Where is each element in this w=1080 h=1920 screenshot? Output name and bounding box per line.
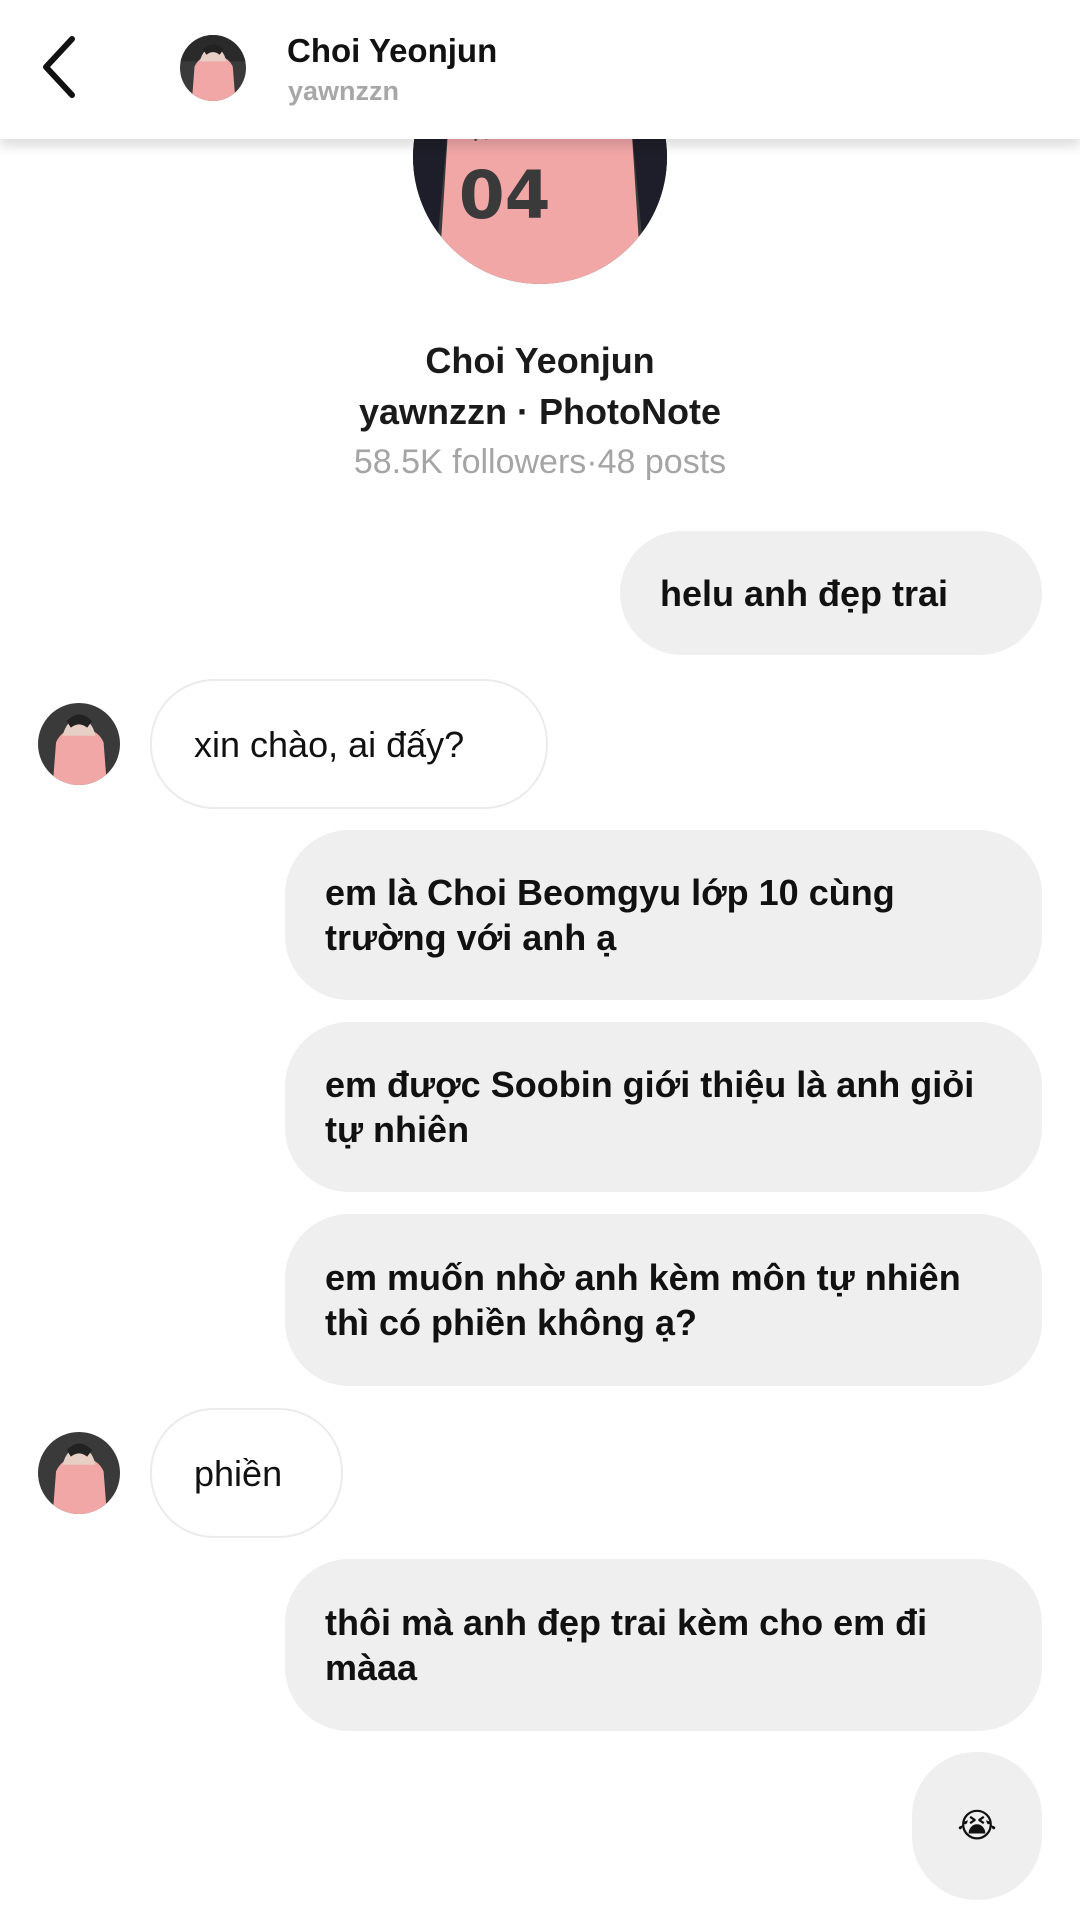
back-button[interactable] <box>28 32 88 102</box>
sent-emoji-message[interactable]: 😭 <box>912 1752 1042 1900</box>
sender-avatar[interactable] <box>38 703 120 785</box>
profile-name: Choi Yeonjun <box>425 340 655 381</box>
received-message[interactable]: phiền <box>150 1408 343 1538</box>
header-contact-username: yawnzzn <box>288 76 400 106</box>
message-text: phiền <box>194 1452 283 1494</box>
svg-text:04: 04 <box>459 157 551 234</box>
message-text: thôi mà anh đẹp trai kèm cho em đi màaa <box>325 1602 928 1688</box>
profile-stats: 58.5K followers·48 posts <box>0 443 1080 482</box>
sender-avatar[interactable] <box>38 1432 120 1514</box>
message-text: xin chào, ai đấy? <box>194 723 465 765</box>
header-contact-name[interactable]: Choi Yeonjun <box>287 32 497 70</box>
message-text: helu anh đẹp trai <box>660 572 949 614</box>
sent-message[interactable]: em được Soobin giới thiệu là anh giỏi tự… <box>285 1022 1042 1192</box>
chat-header: Choi Yeonjun yawnzzn <box>0 0 1080 139</box>
posts-count: 48 posts <box>597 443 727 481</box>
stats-separator: · <box>586 443 598 481</box>
message-text: em là Choi Beomgyu lớp 10 cùng trường vớ… <box>325 872 895 958</box>
crying-emoji: 😭 <box>957 1806 997 1845</box>
header-avatar[interactable] <box>180 35 246 101</box>
sent-message[interactable]: em muốn nhờ anh kèm môn tự nhiên thì có … <box>285 1214 1042 1386</box>
followers-count: 58.5K followers <box>353 443 587 481</box>
sent-message[interactable]: thôi mà anh đẹp trai kèm cho em đi màaa <box>285 1559 1042 1731</box>
message-text: em được Soobin giới thiệu là anh giỏi tự… <box>325 1064 975 1150</box>
profile-username-source: yawnzzn · PhotoNote <box>359 391 721 432</box>
chevron-left-icon <box>43 36 75 98</box>
message-text: em muốn nhờ anh kèm môn tự nhiên thì có … <box>325 1257 961 1343</box>
received-message[interactable]: xin chào, ai đấy? <box>150 679 548 809</box>
sent-message[interactable]: helu anh đẹp trai <box>620 531 1042 655</box>
sent-message[interactable]: em là Choi Beomgyu lớp 10 cùng trường vớ… <box>285 830 1042 1000</box>
